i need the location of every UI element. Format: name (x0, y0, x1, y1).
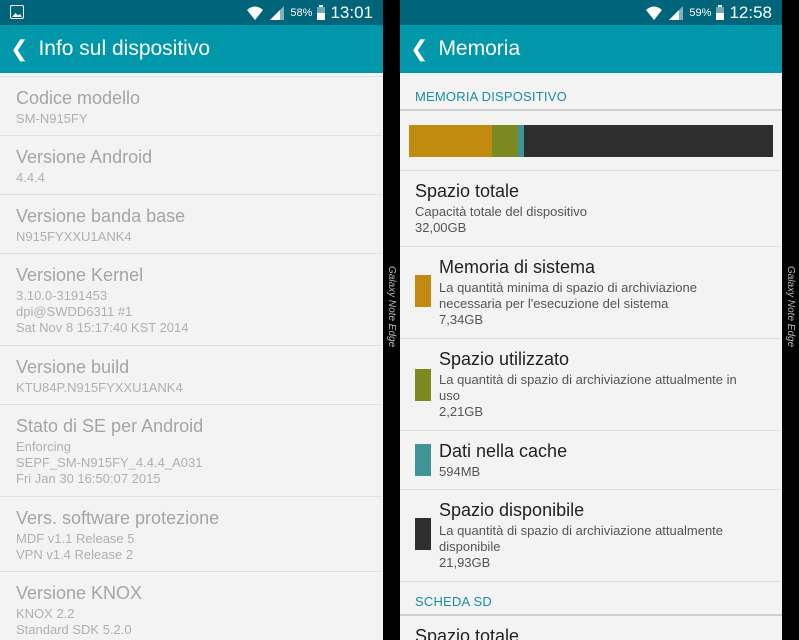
page-title: Info sul dispositivo (38, 37, 211, 60)
section-header-device-memory: MEMORIA DISPOSITIVO (400, 73, 782, 111)
signal-icon (270, 5, 285, 20)
storage-item-used[interactable]: Spazio utilizzato La quantità di spazio … (400, 339, 782, 431)
storage-item-available[interactable]: Spazio disponibile La quantità di spazio… (400, 490, 782, 582)
info-item-knox[interactable]: Versione KNOX KNOX 2.2 Standard SDK 5.2.… (0, 572, 383, 640)
storage-bar-segment-sistema (409, 125, 493, 157)
gallery-notification-icon (10, 5, 24, 19)
storage-item-cache[interactable]: Dati nella cache 594MB (400, 431, 782, 490)
wifi-icon (646, 6, 663, 20)
color-swatch-system (415, 275, 431, 307)
edge-watermark-right: Galaxy Note Edge (785, 266, 796, 348)
edge-watermark-left: Galaxy Note Edge (386, 266, 397, 348)
info-item-security-software[interactable]: Vers. software protezione MDF v1.1 Relea… (0, 497, 383, 572)
info-item-baseband[interactable]: Versione banda base N915FYXXU1ANK4 (0, 195, 383, 254)
storage-screen: 59% 12:58 ❮ Memoria MEMORIA DISPOSITIVO … (400, 0, 782, 640)
storage-item-total[interactable]: Spazio totale Capacità totale del dispos… (400, 171, 782, 247)
status-bar: 58% 13:01 (0, 0, 383, 25)
back-chevron-icon[interactable]: ❮ (10, 38, 28, 60)
info-item-kernel[interactable]: Versione Kernel 3.10.0-3191453 dpi@SWDD6… (0, 254, 383, 346)
info-item-build[interactable]: Versione build KTU84P.N915FYXXU1ANK4 (0, 346, 383, 405)
color-swatch-cache (415, 444, 431, 476)
storage-bar-segment-cache (517, 125, 525, 157)
device-info-list: Codice modello SM-N915FY Versione Androi… (0, 77, 383, 640)
device-info-screen: 58% 13:01 ❮ Info sul dispositivo Codice … (0, 0, 383, 640)
storage-bar-container (400, 111, 782, 171)
storage-usage-bar (409, 125, 773, 157)
info-item-se-android[interactable]: Stato di SE per Android Enforcing SEPF_S… (0, 405, 383, 497)
storage-item-system[interactable]: Memoria di sistema La quantità minima di… (400, 247, 782, 339)
wifi-icon (247, 6, 264, 20)
battery-icon (716, 5, 725, 20)
battery-percent: 58% (290, 6, 313, 19)
status-bar: 59% 12:58 (400, 0, 782, 25)
action-bar: ❮ Memoria (400, 25, 782, 73)
info-item-model[interactable]: Codice modello SM-N915FY (0, 77, 383, 136)
action-bar: ❮ Info sul dispositivo (0, 25, 383, 73)
color-swatch-available (415, 518, 431, 550)
color-swatch-used (415, 369, 431, 401)
info-item-android-version[interactable]: Versione Android 4.4.4 (0, 136, 383, 195)
clock: 12:58 (729, 2, 772, 22)
battery-icon (317, 5, 326, 20)
back-chevron-icon[interactable]: ❮ (410, 38, 428, 60)
battery-percent: 59% (689, 6, 712, 19)
storage-item-sd-total[interactable]: Spazio totale (400, 616, 782, 640)
clock: 13:01 (330, 2, 373, 22)
section-header-sd-card: SCHEDA SD (400, 582, 782, 616)
page-title: Memoria (438, 37, 521, 60)
signal-icon (669, 5, 684, 20)
storage-bar-segment-utilizzato (492, 125, 518, 157)
